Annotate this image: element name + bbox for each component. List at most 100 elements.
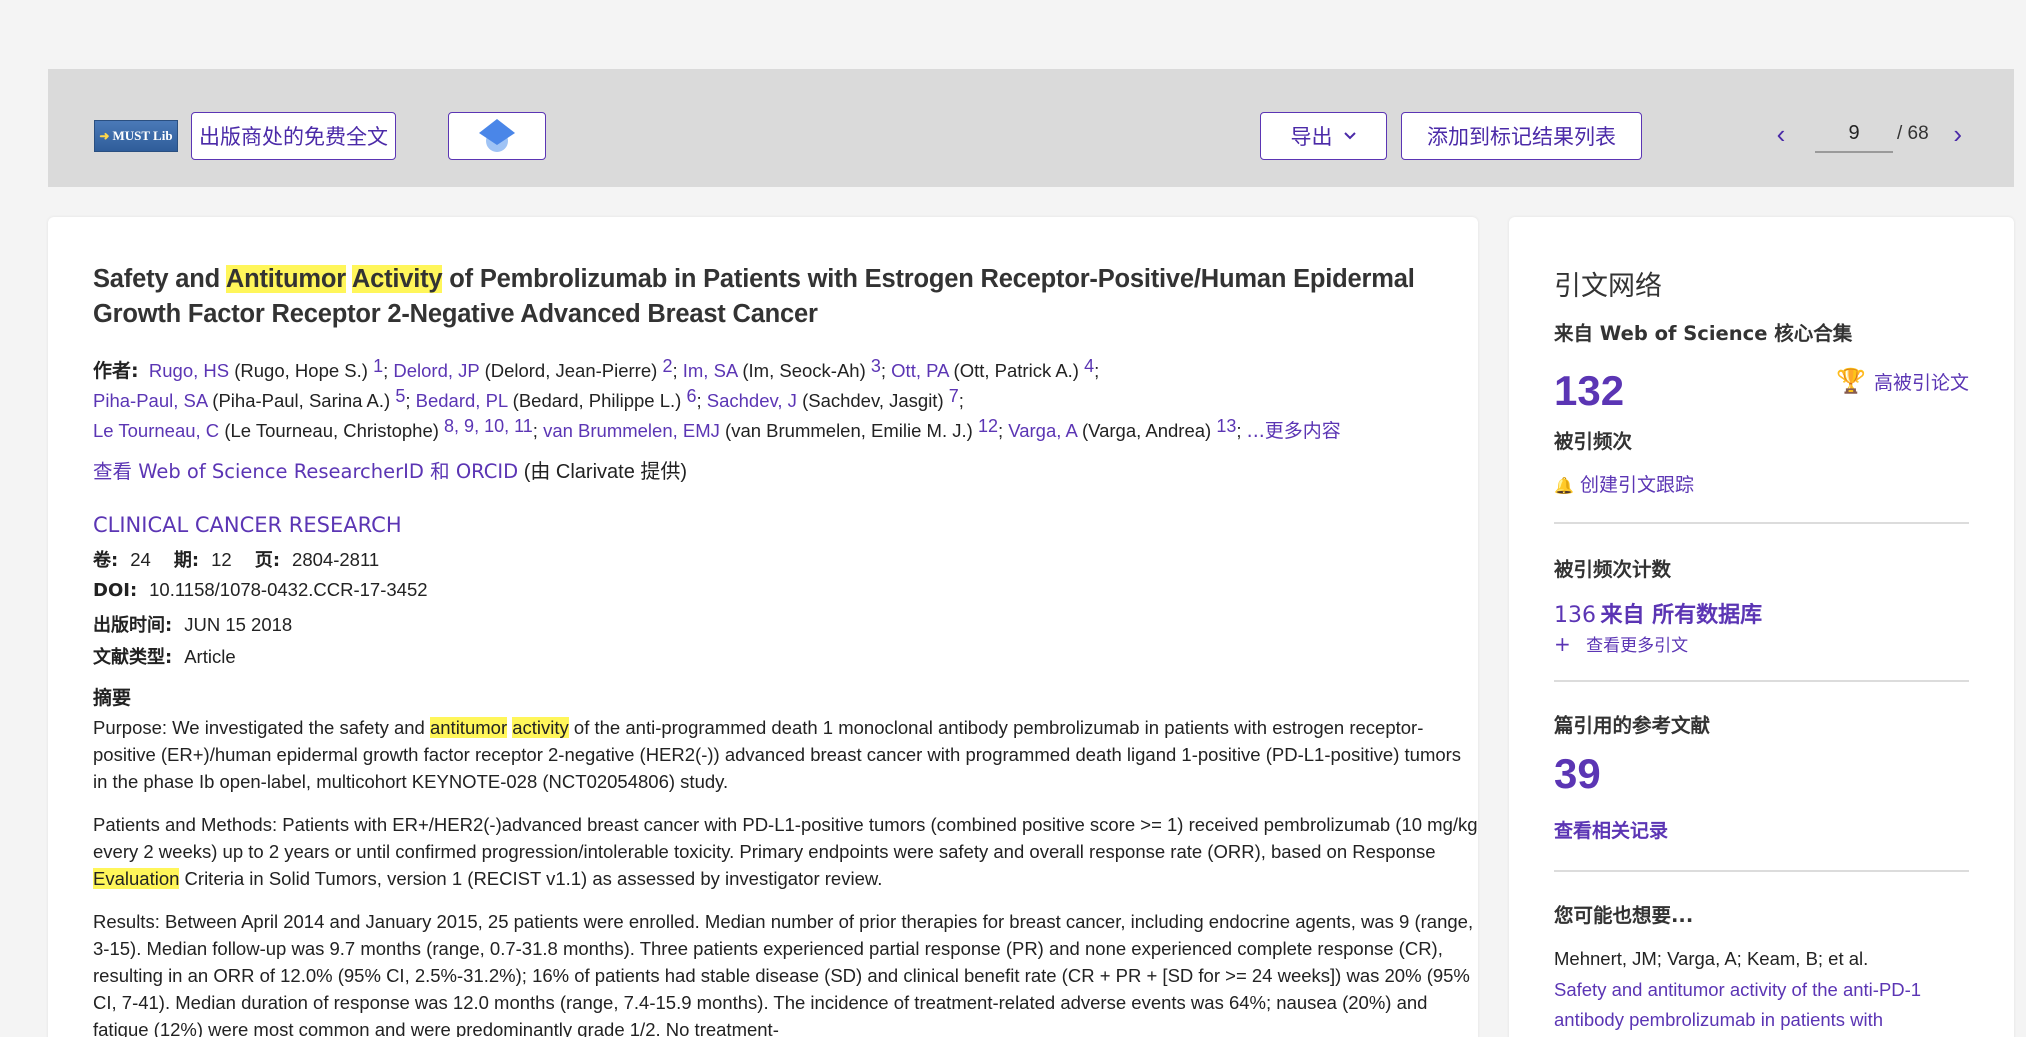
author-link[interactable]: Sachdev, J [707, 390, 797, 411]
view-more-label: 查看更多引文 [1586, 636, 1689, 656]
volume-label: 卷: [93, 550, 119, 571]
author-fullname: (Piha-Paul, Sarina A.) [212, 390, 391, 411]
authors-list: 作者: Rugo, HS (Rugo, Hope S.) 1; Delord, … [93, 356, 1341, 442]
author-fullname: (van Brummelen, Emilie M. J.) [725, 420, 973, 441]
more-authors-link[interactable]: ...更多内容 [1247, 420, 1341, 442]
author-link[interactable]: Varga, A [1008, 420, 1077, 441]
page-number-input[interactable] [1815, 115, 1893, 153]
citation-network-panel: 引文网络 来自 Web of Science 核心合集 132 🏆 高被引论文 … [1509, 217, 2014, 1037]
author-link[interactable]: Ott, PA [891, 360, 948, 381]
pubdate-value: JUN 15 2018 [184, 614, 293, 635]
citation-network-title: 引文网络 [1554, 271, 1662, 302]
abstract-purpose: Purpose: We investigated the safety and … [93, 714, 1478, 795]
doi-row: DOI: 10.1158/1078-0432.CCR-17-3452 [93, 579, 446, 601]
author-fullname: (Le Tourneau, Christophe) [224, 420, 439, 441]
abstract-highlight: activity [512, 717, 569, 738]
journal-link[interactable]: CLINICAL CANCER RESEARCH [93, 513, 402, 537]
free-fulltext-button[interactable]: 出版商处的免费全文 [191, 112, 396, 160]
must-lib-link[interactable]: ➜ MUST Lib [94, 120, 178, 152]
all-db-count: 136 [1554, 603, 1596, 628]
author-fullname: (Rugo, Hope S.) [234, 360, 368, 381]
affiliation-ref[interactable]: 8, 9, 10, 11 [444, 416, 533, 436]
highly-cited-badge[interactable]: 🏆 高被引论文 [1836, 367, 1969, 395]
divider [1554, 870, 1969, 872]
author-link[interactable]: Im, SA [683, 360, 738, 381]
volume-issue-pages: 卷: 24 期: 12 页: 2804-2811 [93, 546, 397, 572]
title-highlight: Activity [351, 265, 443, 293]
author-fullname: (Varga, Andrea) [1081, 420, 1212, 441]
doi-label: DOI: [93, 580, 138, 601]
volume-value: 24 [130, 549, 151, 570]
affiliation-ref[interactable]: 12 [978, 416, 998, 436]
record-detail-card: Safety and Antitumor Activity of Pembrol… [48, 217, 1478, 1037]
author-link[interactable]: Bedard, PL [416, 390, 508, 411]
cited-references-count[interactable]: 39 [1554, 750, 1969, 798]
create-citation-alert-link[interactable]: 🔔 创建引文跟踪 [1554, 470, 1969, 497]
all-db-count-link[interactable]: 136 来自 所有数据库 [1554, 597, 1969, 629]
times-cited-count[interactable]: 132 [1554, 367, 1624, 414]
pages-value: 2804-2811 [292, 549, 380, 570]
cited-count-title: 被引频次计数 [1554, 558, 1672, 581]
abstract-highlight: Evaluation [93, 868, 180, 889]
abstract-text: Purpose: We investigated the safety and [93, 717, 430, 738]
affiliation-ref[interactable]: 4 [1084, 356, 1094, 376]
chevron-left-icon[interactable]: ‹ [1766, 119, 1796, 150]
add-to-marked-list-button[interactable]: 添加到标记结果列表 [1401, 112, 1642, 160]
article-title: Safety and Antitumor Activity of Pembrol… [93, 262, 1473, 332]
google-scholar-button[interactable] [448, 112, 546, 160]
lib-logo-label: MUST Lib [112, 128, 173, 143]
record-toolbar: ➜ MUST Lib 出版商处的免费全文 导出 添加到标记结果列表 ‹ / 68… [48, 69, 2014, 187]
author-link[interactable]: Le Tourneau, C [93, 420, 219, 441]
all-db-label: 来自 所有数据库 [1600, 603, 1763, 628]
author-link[interactable]: Rugo, HS [149, 360, 229, 381]
times-cited-row: 132 🏆 高被引论文 [1554, 367, 1969, 417]
recommended-title-link[interactable]: Safety and antitumor activity of the ant… [1554, 975, 1969, 1035]
view-related-records-link[interactable]: 查看相关记录 [1554, 816, 1969, 843]
abstract-heading: 摘要 [93, 687, 132, 709]
researcher-id-note: (由 Clarivate 提供) [523, 461, 688, 483]
doctype-row: 文献类型: Article [93, 643, 254, 669]
chevron-down-icon [1343, 132, 1356, 140]
affiliation-ref[interactable]: 13 [1216, 416, 1236, 436]
plus-icon: + [1554, 632, 1571, 656]
author-fullname: (Ott, Patrick A.) [953, 360, 1079, 381]
pubdate-row: 出版时间: JUN 15 2018 [93, 611, 310, 637]
doctype-value: Article [184, 646, 236, 667]
author-fullname: (Delord, Jean-Pierre) [484, 360, 658, 381]
author-fullname: (Sachdev, Jasgit) [802, 390, 944, 411]
divider [1554, 522, 1969, 524]
doi-value: 10.1158/1078-0432.CCR-17-3452 [149, 579, 428, 600]
export-label: 导出 [1290, 125, 1333, 149]
affiliation-ref[interactable]: 5 [395, 386, 405, 406]
pubdate-label: 出版时间: [93, 615, 173, 636]
abstract-results: Results: Between April 2014 and January … [93, 911, 1474, 1037]
author-link[interactable]: Delord, JP [393, 360, 479, 381]
core-collection-label: 来自 Web of Science 核心合集 [1554, 322, 1853, 345]
abstract-methods: Patients and Methods: Patients with ER+/… [93, 811, 1478, 892]
record-pager: ‹ / 68 › [1766, 109, 1978, 159]
affiliation-ref[interactable]: 2 [662, 356, 672, 376]
chevron-right-icon[interactable]: › [1943, 119, 1973, 150]
times-cited-label: 被引频次 [1554, 430, 1633, 453]
doctype-label: 文献类型: [93, 647, 173, 668]
highly-cited-label: 高被引论文 [1873, 371, 1969, 394]
researcher-id-row: 查看 Web of Science ResearcherID 和 ORCID (… [93, 457, 687, 487]
researcher-id-link[interactable]: 查看 Web of Science ResearcherID 和 ORCID [93, 460, 518, 483]
issue-label: 期: [173, 550, 200, 571]
author-link[interactable]: Piha-Paul, SA [93, 390, 207, 411]
view-more-citations-link[interactable]: + 查看更多引文 [1554, 631, 1969, 656]
title-text: Safety and [93, 265, 226, 293]
bell-icon: 🔔 [1554, 476, 1574, 495]
affiliation-ref[interactable]: 1 [373, 356, 383, 376]
create-alert-label: 创建引文跟踪 [1579, 474, 1694, 496]
author-link[interactable]: van Brummelen, EMJ [543, 420, 720, 441]
issue-value: 12 [211, 549, 232, 570]
affiliation-ref[interactable]: 7 [949, 386, 959, 406]
recommended-authors: Mehnert, JM; Varga, A; Keam, B; et al. [1554, 948, 1869, 969]
export-dropdown[interactable]: 导出 [1260, 112, 1387, 160]
affiliation-ref[interactable]: 3 [871, 356, 881, 376]
arrow-icon: ➜ [99, 128, 110, 143]
total-pages: / 68 [1897, 123, 1929, 144]
affiliation-ref[interactable]: 6 [686, 386, 696, 406]
you-might-like-title: 您可能也想要... [1554, 904, 1694, 927]
